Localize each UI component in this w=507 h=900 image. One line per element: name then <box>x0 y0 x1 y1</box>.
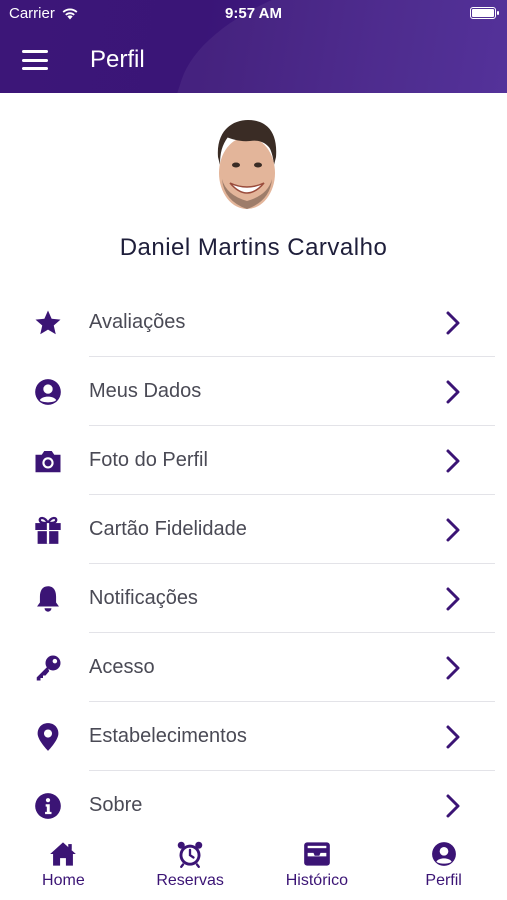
status-bar: Carrier 9:57 AM <box>0 0 507 26</box>
page-title: Perfil <box>90 46 145 73</box>
menu-item-label: Estabelecimentos <box>89 725 247 747</box>
menu-item-avaliacoes[interactable]: Avaliações <box>0 288 507 357</box>
user-circle-icon <box>429 840 459 868</box>
menu-item-cartao-fidelidade[interactable]: Cartão Fidelidade <box>0 495 507 564</box>
hamburger-line <box>22 58 48 62</box>
chevron-right-icon <box>446 449 460 473</box>
menu-item-label: Sobre <box>89 794 143 816</box>
chevron-right-icon <box>446 311 460 335</box>
bell-icon <box>33 584 63 614</box>
menu-item-label: Avaliações <box>89 311 186 333</box>
menu-item-estabelecimentos[interactable]: Estabelecimentos <box>0 702 507 771</box>
tab-perfil[interactable]: Perfil <box>380 834 507 900</box>
menu-item-meus-dados[interactable]: Meus Dados <box>0 357 507 426</box>
tab-label: Histórico <box>285 872 348 889</box>
chevron-right-icon <box>446 518 460 542</box>
battery-icon <box>470 7 499 19</box>
star-icon <box>33 308 63 338</box>
key-icon <box>33 653 63 683</box>
menu-item-foto-do-perfil[interactable]: Foto do Perfil <box>0 426 507 495</box>
chevron-right-icon <box>446 725 460 749</box>
tab-label: Reservas <box>156 872 224 889</box>
profile-menu-list: Avaliações Meus Dados Foto do Perfil Car… <box>0 288 507 840</box>
map-pin-icon <box>33 722 63 752</box>
tab-label: Perfil <box>425 872 462 889</box>
menu-item-sobre[interactable]: Sobre <box>0 771 507 840</box>
menu-item-acesso[interactable]: Acesso <box>0 633 507 702</box>
hamburger-line <box>22 50 48 53</box>
avatar[interactable] <box>210 117 284 215</box>
hamburger-menu-button[interactable] <box>22 50 48 70</box>
gift-icon <box>33 515 63 545</box>
chevron-right-icon <box>446 656 460 680</box>
status-time: 9:57 AM <box>225 5 282 22</box>
chevron-right-icon <box>446 587 460 611</box>
info-icon <box>33 791 63 821</box>
tab-historico[interactable]: Histórico <box>254 834 381 900</box>
camera-icon <box>33 446 63 476</box>
chevron-right-icon <box>446 380 460 404</box>
home-icon <box>48 840 78 868</box>
app-header: Carrier 9:57 AM Perfil <box>0 0 507 93</box>
menu-item-label: Acesso <box>89 656 155 678</box>
menu-item-label: Foto do Perfil <box>89 449 208 471</box>
alarm-clock-icon <box>175 840 205 868</box>
tab-bar: Home Reservas Histórico Perfil <box>0 834 507 900</box>
tab-reservas[interactable]: Reservas <box>127 834 254 900</box>
tab-label: Home <box>42 872 85 889</box>
menu-item-notificacoes[interactable]: Notificações <box>0 564 507 633</box>
menu-item-label: Notificações <box>89 587 198 609</box>
menu-item-label: Meus Dados <box>89 380 202 402</box>
inbox-icon <box>302 840 332 868</box>
hamburger-line <box>22 67 48 70</box>
profile-section: Daniel Martins Carvalho <box>0 93 507 283</box>
chevron-right-icon <box>446 794 460 818</box>
user-circle-icon <box>33 377 63 407</box>
user-name: Daniel Martins Carvalho <box>119 234 388 261</box>
menu-item-label: Cartão Fidelidade <box>89 518 247 540</box>
tab-home[interactable]: Home <box>0 834 127 900</box>
